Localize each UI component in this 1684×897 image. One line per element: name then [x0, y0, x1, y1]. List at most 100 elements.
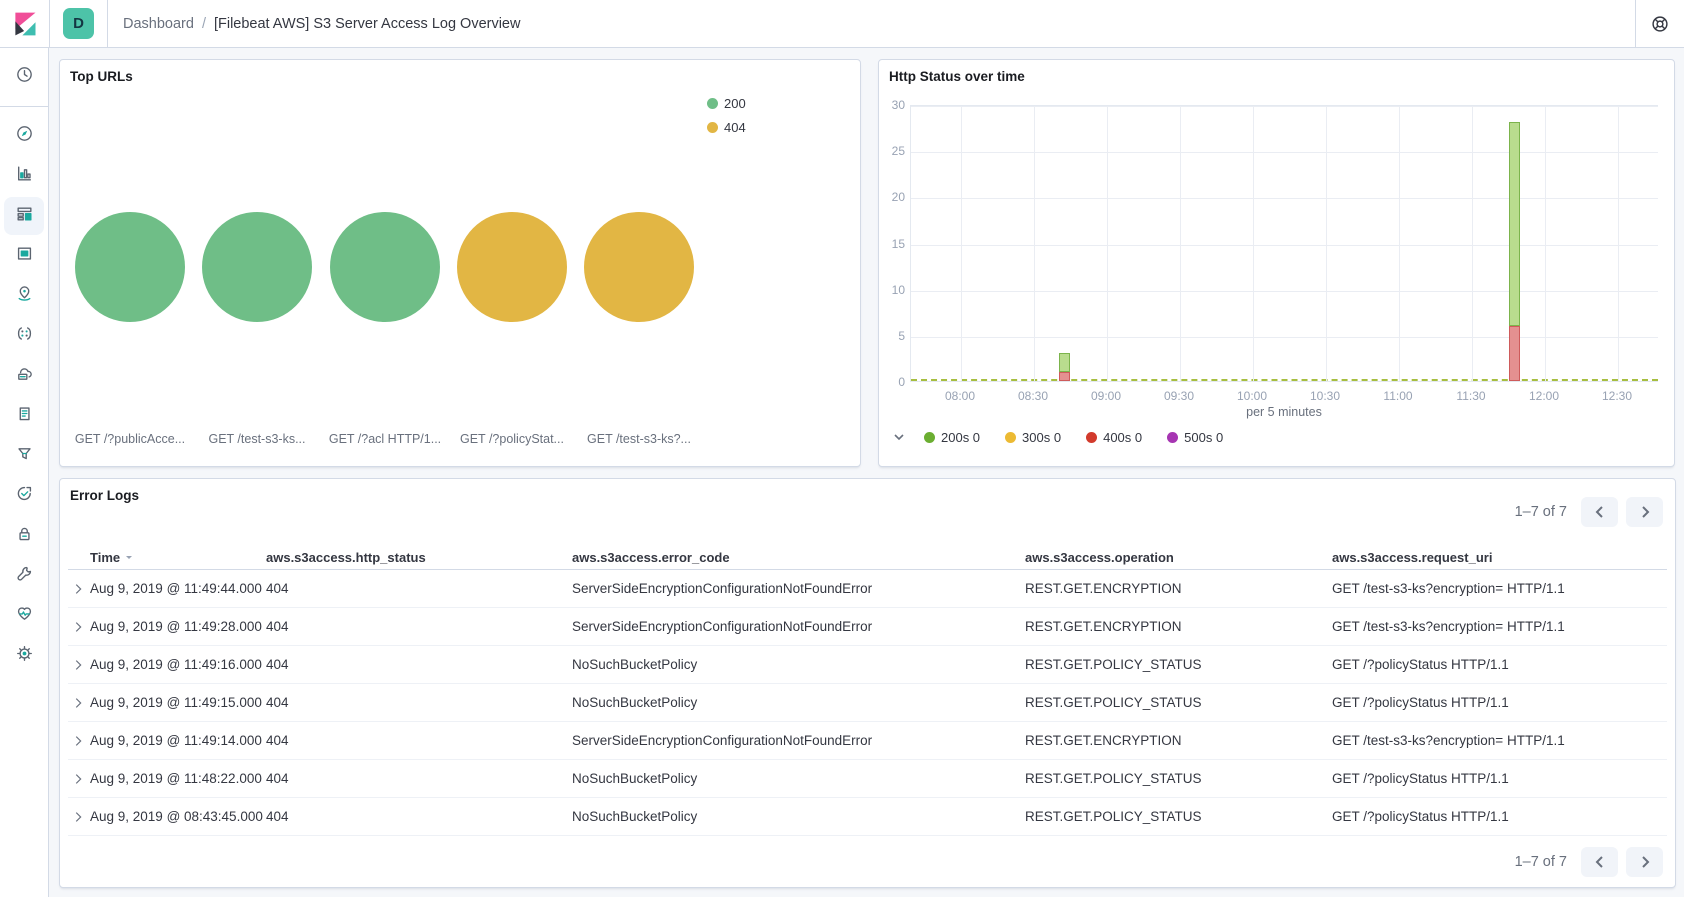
sidebar-item-uptime[interactable]	[4, 477, 44, 515]
time-sort-control[interactable]: Time	[90, 550, 258, 565]
expand-row-button[interactable]	[68, 579, 88, 599]
legend-dot	[1005, 432, 1016, 443]
column-header-http_status[interactable]: aws.s3access.http_status	[266, 550, 572, 565]
bubble-200[interactable]	[75, 212, 185, 322]
space-badge[interactable]: D	[63, 8, 94, 39]
logs-icon	[15, 404, 34, 428]
cell-error_code: NoSuchBucketPolicy	[572, 695, 1025, 710]
cell-request_uri: GET /test-s3-ks?encryption= HTTP/1.1	[1332, 581, 1667, 596]
expand-row-button[interactable]	[68, 807, 88, 827]
x-tick-label: 09:30	[1149, 389, 1209, 403]
gridline	[911, 291, 1658, 292]
expand-row-button[interactable]	[68, 655, 88, 675]
cell-time: Aug 9, 2019 @ 11:49:44.000	[90, 581, 266, 596]
legend-item-200[interactable]: 200	[707, 96, 746, 111]
sidebar-item-metrics[interactable]	[4, 437, 44, 475]
legend-label: 200s 0	[941, 430, 980, 445]
help-button[interactable]	[1636, 0, 1684, 47]
legend-collapse-button[interactable]	[891, 429, 907, 445]
chevron-left-icon	[1592, 504, 1608, 520]
legend-item-300s[interactable]: 300s 0	[1005, 430, 1061, 445]
pagination-top: 1–7 of 7	[1515, 497, 1663, 527]
lock-icon	[15, 524, 34, 548]
column-header-time[interactable]: Time	[90, 550, 266, 565]
bar-segment-400s[interactable]	[1059, 372, 1070, 381]
prev-page-button[interactable]	[1581, 497, 1618, 527]
cell-time: Aug 9, 2019 @ 11:48:22.000	[90, 771, 266, 786]
y-tick-label: 30	[879, 98, 905, 112]
sidebar-item-apm[interactable]	[4, 357, 44, 395]
bar-segment-200s[interactable]	[1059, 353, 1070, 371]
legend-item-200s[interactable]: 200s 0	[924, 430, 980, 445]
legend-item-400s[interactable]: 400s 0	[1086, 430, 1142, 445]
expand-row-button[interactable]	[68, 769, 88, 789]
cell-request_uri: GET /test-s3-ks?encryption= HTTP/1.1	[1332, 619, 1667, 634]
bubble-200[interactable]	[202, 212, 312, 322]
sidebar-item-visualize[interactable]	[4, 157, 44, 195]
sidebar-item-dashboard[interactable]	[4, 197, 44, 235]
heartbeat-icon	[15, 604, 34, 628]
bubble-404[interactable]	[584, 212, 694, 322]
cell-http_status: 404	[266, 619, 572, 634]
sidebar-item-siem[interactable]	[4, 517, 44, 555]
column-header-operation[interactable]: aws.s3access.operation	[1025, 550, 1332, 565]
cell-request_uri: GET /?policyStatus HTTP/1.1	[1332, 809, 1667, 824]
next-page-button[interactable]	[1626, 847, 1663, 877]
help-icon	[1650, 14, 1670, 34]
x-tick-label: 08:30	[1003, 389, 1063, 403]
legend-item-404[interactable]: 404	[707, 120, 746, 135]
legend-item-500s[interactable]: 500s 0	[1167, 430, 1223, 445]
clock-icon	[15, 65, 34, 89]
http-status-plot	[910, 105, 1658, 382]
x-tick-label: 10:30	[1295, 389, 1355, 403]
x-tick-label: 12:00	[1514, 389, 1574, 403]
x-tick-label: 12:30	[1587, 389, 1647, 403]
next-page-button[interactable]	[1626, 497, 1663, 527]
table-row: Aug 9, 2019 @ 11:49:44.000404ServerSideE…	[68, 570, 1667, 608]
cell-http_status: 404	[266, 809, 572, 824]
cell-time: Aug 9, 2019 @ 11:49:14.000	[90, 733, 266, 748]
breadcrumb-dashboard-link[interactable]: Dashboard	[123, 16, 194, 32]
gridline	[1107, 106, 1108, 381]
chevron-down-icon	[891, 429, 907, 445]
cell-time: Aug 9, 2019 @ 11:49:15.000	[90, 695, 266, 710]
column-header-request_uri[interactable]: aws.s3access.request_uri	[1332, 550, 1667, 565]
sidebar-item-machine-learning[interactable]	[4, 317, 44, 355]
panel-title-http-status[interactable]: Http Status over time	[889, 69, 1025, 84]
map-pin-icon	[15, 284, 34, 308]
sidebar-item-stack-monitoring[interactable]	[4, 597, 44, 635]
cell-request_uri: GET /?policyStatus HTTP/1.1	[1332, 695, 1667, 710]
kibana-logo[interactable]	[0, 0, 49, 47]
sidebar-item-dev-tools[interactable]	[4, 557, 44, 595]
pagination-label: 1–7 of 7	[1515, 854, 1567, 870]
gridline	[1180, 106, 1181, 381]
sidebar-item-canvas[interactable]	[4, 237, 44, 275]
sidebar-item-discover[interactable]	[4, 117, 44, 155]
cell-http_status: 404	[266, 733, 572, 748]
table-row: Aug 9, 2019 @ 08:43:45.000404NoSuchBucke…	[68, 798, 1667, 836]
gridline	[961, 106, 962, 381]
chevron-right-icon	[1637, 854, 1653, 870]
ml-icon	[15, 324, 34, 348]
expand-row-button[interactable]	[68, 617, 88, 637]
expand-row-button[interactable]	[68, 731, 88, 751]
panel-title-error-logs[interactable]: Error Logs	[70, 488, 139, 503]
y-tick-label: 10	[879, 283, 905, 297]
bar-segment-200s[interactable]	[1509, 122, 1520, 325]
breadcrumb-separator: /	[202, 16, 206, 32]
sidebar-item-recently-viewed[interactable]	[4, 58, 44, 96]
bar-segment-400s[interactable]	[1509, 326, 1520, 381]
expand-row-button[interactable]	[68, 693, 88, 713]
panel-title-top-urls[interactable]: Top URLs	[70, 69, 133, 84]
sidebar-item-management[interactable]	[4, 637, 44, 675]
pagination-bottom: 1–7 of 7	[1515, 847, 1663, 877]
sidebar-item-logs[interactable]	[4, 397, 44, 435]
bubble-404[interactable]	[457, 212, 567, 322]
gridline	[911, 152, 1658, 153]
column-header-label: Time	[90, 550, 120, 565]
cell-http_status: 404	[266, 771, 572, 786]
prev-page-button[interactable]	[1581, 847, 1618, 877]
column-header-error_code[interactable]: aws.s3access.error_code	[572, 550, 1025, 565]
bubble-200[interactable]	[330, 212, 440, 322]
sidebar-item-maps[interactable]	[4, 277, 44, 315]
